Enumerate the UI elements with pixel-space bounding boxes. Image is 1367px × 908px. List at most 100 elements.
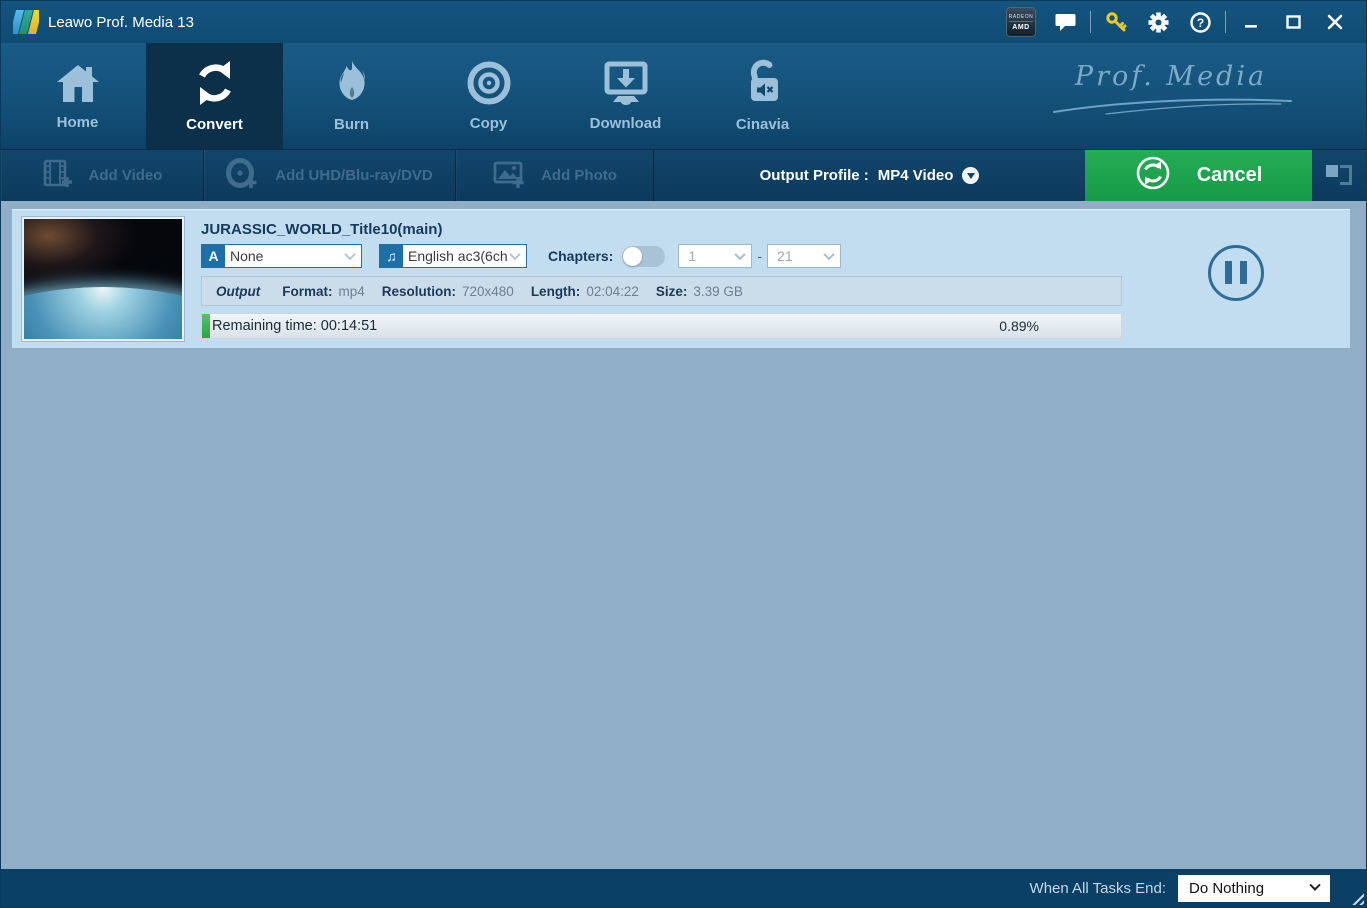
nav-tab-convert[interactable]: Convert xyxy=(146,43,283,149)
toggle-knob xyxy=(623,247,642,266)
add-video-button[interactable]: Add Video xyxy=(1,150,204,201)
nav-label: Convert xyxy=(186,116,243,133)
nav-label: Copy xyxy=(470,115,508,132)
chevron-down-icon xyxy=(344,249,355,260)
add-video-label: Add Video xyxy=(89,167,163,184)
amd-radeon-badge-icon: RADEON AMD xyxy=(1006,7,1036,37)
nav-label: Download xyxy=(590,115,662,132)
window-title: Leawo Prof. Media 13 xyxy=(48,14,194,31)
brand-text: Prof. Media xyxy=(1046,61,1296,92)
nav-tab-home[interactable]: Home xyxy=(9,43,146,149)
task-title: JURASSIC_WORLD_Title10(main) xyxy=(201,221,1122,238)
output-profile-dropdown[interactable]: Output Profile : MP4 Video xyxy=(760,167,980,184)
chevron-down-icon xyxy=(1309,880,1320,891)
add-photo-button[interactable]: Add Photo xyxy=(456,150,654,201)
chapter-from-select[interactable]: 1 xyxy=(678,244,752,268)
progress-fill xyxy=(202,314,210,338)
format-value: mp4 xyxy=(338,284,364,299)
chapters-label: Chapters: xyxy=(548,248,613,264)
end-action-label: When All Tasks End: xyxy=(1030,880,1166,897)
titlebar: Leawo Prof. Media 13 RADEON AMD ? xyxy=(1,1,1366,43)
copy-disc-icon xyxy=(466,60,512,106)
audio-track-select[interactable]: ♫ English ac3(6ch xyxy=(379,244,527,268)
feedback-chat-icon[interactable] xyxy=(1044,5,1086,39)
length-label: Length: xyxy=(531,284,581,299)
pause-icon xyxy=(1225,261,1232,284)
download-icon xyxy=(602,60,650,106)
add-photo-label: Add Photo xyxy=(541,167,617,184)
chevron-down-icon xyxy=(823,249,834,260)
burn-flame-icon xyxy=(329,59,375,107)
remaining-time-text: Remaining time: 00:14:51 xyxy=(212,318,377,334)
chapter-to-select[interactable]: 21 xyxy=(767,244,841,268)
toolbar: Add Video Add UHD/Blu-ray/DVD Add Photo … xyxy=(1,149,1366,201)
chapter-to-value: 21 xyxy=(768,248,825,264)
chapter-range-separator: - xyxy=(757,248,762,264)
cancel-spinner-icon xyxy=(1135,155,1171,197)
output-info-bar: Output Format: mp4 Resolution: 720x480 L… xyxy=(201,276,1122,306)
add-video-icon xyxy=(42,158,74,194)
titlebar-separator xyxy=(1225,11,1226,33)
minimize-button[interactable] xyxy=(1230,5,1272,39)
app-logo-icon xyxy=(13,10,39,34)
titlebar-separator xyxy=(1090,11,1091,33)
subtitle-icon: A xyxy=(202,245,225,267)
audio-value: English ac3(6ch xyxy=(403,248,511,264)
chevron-down-icon xyxy=(509,249,520,260)
cancel-button[interactable]: Cancel xyxy=(1085,150,1312,201)
brand-swoosh xyxy=(1046,94,1296,116)
progress-percent-text: 0.89% xyxy=(999,318,1039,334)
chapters-toggle[interactable] xyxy=(622,246,665,267)
panel-toggle-button[interactable] xyxy=(1326,163,1352,189)
nav-tab-copy[interactable]: Copy xyxy=(420,43,557,149)
end-action-select[interactable]: Do Nothing xyxy=(1178,875,1330,902)
task-row: JURASSIC_WORLD_Title10(main) A None ♫ En… xyxy=(11,208,1351,349)
add-disc-icon xyxy=(226,158,260,194)
nav-tab-download[interactable]: Download xyxy=(557,43,694,149)
output-profile-label: Output Profile : xyxy=(760,167,869,184)
output-profile-value: MP4 Video xyxy=(878,167,954,184)
subtitle-select[interactable]: A None xyxy=(201,244,362,268)
help-icon[interactable]: ? xyxy=(1179,5,1221,39)
cancel-label: Cancel xyxy=(1197,164,1263,187)
maximize-button[interactable] xyxy=(1272,5,1314,39)
audio-note-icon: ♫ xyxy=(380,245,403,267)
nav-label: Cinavia xyxy=(736,116,789,133)
add-disc-button[interactable]: Add UHD/Blu-ray/DVD xyxy=(204,150,456,201)
nav-label: Burn xyxy=(334,116,369,133)
app-window: Leawo Prof. Media 13 RADEON AMD ? xyxy=(0,0,1367,908)
close-button[interactable] xyxy=(1314,5,1356,39)
svg-text:?: ? xyxy=(1196,16,1203,30)
statusbar: When All Tasks End: Do Nothing xyxy=(1,869,1366,907)
register-key-icon[interactable] xyxy=(1095,5,1137,39)
nav-tab-cinavia[interactable]: Cinavia xyxy=(694,43,831,149)
output-label: Output xyxy=(216,284,260,299)
settings-gear-icon[interactable] xyxy=(1137,5,1179,39)
convert-icon xyxy=(190,59,240,107)
thumbnail-flare-art xyxy=(24,219,182,339)
nav-tab-burn[interactable]: Burn xyxy=(283,43,420,149)
output-profile-arrow-icon xyxy=(962,167,979,184)
size-value: 3.39 GB xyxy=(693,284,743,299)
task-list-area: JURASSIC_WORLD_Title10(main) A None ♫ En… xyxy=(1,201,1366,869)
nav-label: Home xyxy=(57,114,99,131)
subtitle-value: None xyxy=(225,248,346,264)
home-icon xyxy=(54,61,102,105)
resize-grip[interactable] xyxy=(1349,890,1364,905)
add-disc-label: Add UHD/Blu-ray/DVD xyxy=(275,167,433,184)
end-action-value: Do Nothing xyxy=(1189,880,1264,897)
video-thumbnail xyxy=(22,217,184,341)
format-label: Format: xyxy=(282,284,332,299)
length-value: 02:04:22 xyxy=(586,284,639,299)
brand-prof-media: Prof. Media xyxy=(1046,61,1296,116)
resolution-value: 720x480 xyxy=(462,284,514,299)
pause-icon xyxy=(1240,261,1247,284)
add-photo-icon xyxy=(492,158,526,194)
pause-button[interactable] xyxy=(1208,245,1264,301)
resolution-label: Resolution: xyxy=(382,284,456,299)
size-label: Size: xyxy=(656,284,688,299)
chevron-down-icon xyxy=(735,249,746,260)
chapter-from-value: 1 xyxy=(679,248,736,264)
conversion-progress-bar: Remaining time: 00:14:51 0.89% xyxy=(201,313,1122,339)
cinavia-lock-icon xyxy=(740,59,786,107)
